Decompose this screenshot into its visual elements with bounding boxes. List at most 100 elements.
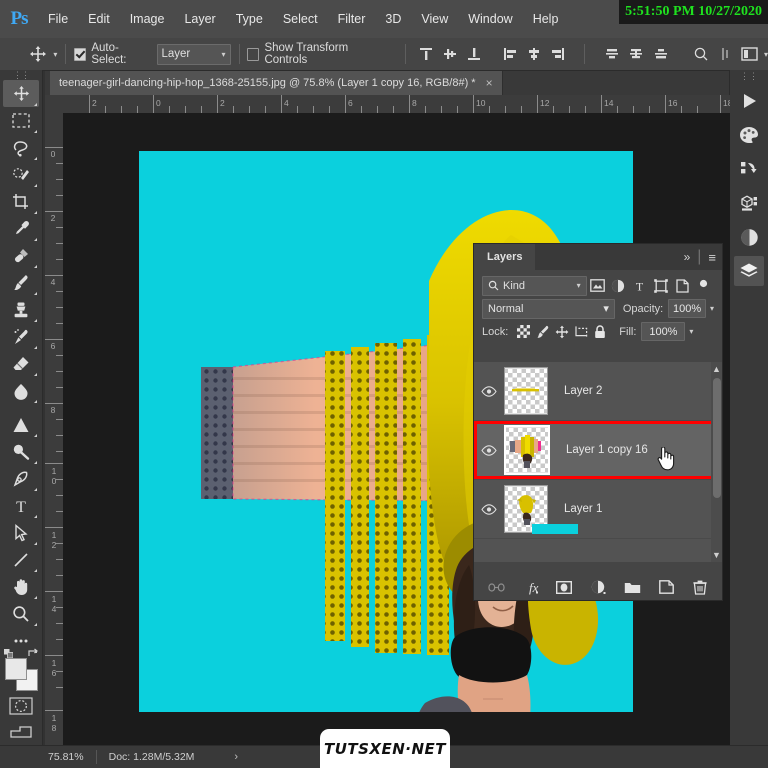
align-top-edges-icon[interactable]: [417, 43, 435, 65]
crop-tool[interactable]: [3, 188, 39, 215]
lock-image-pixels-icon[interactable]: [533, 323, 552, 341]
move-tool-icon[interactable]: [24, 39, 51, 69]
clone-stamp-tool[interactable]: [3, 296, 39, 323]
align-left-edges-icon[interactable]: [500, 43, 518, 65]
align-right-edges-icon[interactable]: [549, 43, 567, 65]
lasso-tool[interactable]: [3, 134, 39, 161]
history-brush-tool[interactable]: [3, 323, 39, 350]
opacity-chevron-icon[interactable]: ▾: [710, 304, 714, 313]
menu-select[interactable]: Select: [273, 0, 328, 38]
gradient-tool[interactable]: [3, 377, 39, 404]
spot-healing-brush-tool[interactable]: [3, 242, 39, 269]
layer-list[interactable]: Layer 2 Layer 1 copy 16 Layer 1 ▲ ▼: [474, 362, 722, 562]
status-expand-icon[interactable]: ›: [234, 751, 238, 763]
filter-smart-object-icon[interactable]: [672, 277, 693, 295]
zoom-tool[interactable]: [3, 600, 39, 627]
lock-all-icon[interactable]: [590, 323, 609, 341]
layer-list-scrollbar[interactable]: ▲ ▼: [711, 362, 722, 562]
path-selection-tool[interactable]: [3, 519, 39, 546]
layer-filter-kind-dropdown[interactable]: Kind ▾: [482, 275, 587, 296]
eyedropper-tool[interactable]: [3, 215, 39, 242]
layer-thumbnail[interactable]: [504, 367, 548, 415]
eraser-tool[interactable]: [3, 350, 39, 377]
add-layer-mask-icon[interactable]: [556, 579, 573, 596]
lock-position-icon[interactable]: [552, 323, 571, 341]
blend-mode-dropdown[interactable]: Normal ▾: [482, 298, 615, 319]
align-horizontal-centers-icon[interactable]: [525, 43, 543, 65]
panel-menu-icon[interactable]: ≡: [708, 250, 716, 265]
link-layers-icon[interactable]: [487, 579, 505, 596]
tab-layers[interactable]: Layers: [474, 244, 536, 270]
lock-transparent-pixels-icon[interactable]: [514, 323, 533, 341]
layer-visibility-toggle[interactable]: [474, 385, 504, 397]
pen-tool[interactable]: [3, 465, 39, 492]
lock-artboard-nesting-icon[interactable]: [571, 323, 590, 341]
toolbar-grip[interactable]: ⋮⋮: [0, 70, 42, 80]
layer-thumbnail[interactable]: [504, 425, 550, 475]
menu-view[interactable]: View: [411, 0, 458, 38]
new-group-icon[interactable]: [624, 579, 641, 596]
background-layer-color-swatch[interactable]: [532, 524, 578, 534]
menu-window[interactable]: Window: [458, 0, 522, 38]
distribute-vertical-centers-icon[interactable]: [627, 43, 645, 65]
menu-file[interactable]: File: [38, 0, 78, 38]
layer-name[interactable]: Layer 2: [564, 385, 602, 397]
adjustments-panel-icon[interactable]: [734, 222, 764, 252]
3d-panel-icon[interactable]: [734, 188, 764, 218]
dodge-tool[interactable]: [3, 438, 39, 465]
brush-tool[interactable]: [3, 269, 39, 296]
line-shape-tool[interactable]: [3, 546, 39, 573]
layer-list-scroll-thumb[interactable]: [713, 378, 721, 498]
fill-chevron-icon[interactable]: ▾: [689, 327, 693, 336]
menu-layer[interactable]: Layer: [174, 0, 225, 38]
align-vertical-centers-icon[interactable]: [441, 43, 459, 65]
filter-pixel-layers-icon[interactable]: [587, 277, 608, 295]
move-tool[interactable]: [3, 80, 39, 107]
search-icon[interactable]: [692, 43, 710, 65]
layer-name[interactable]: Layer 1: [564, 503, 602, 515]
workspace-chevron-icon[interactable]: ▾: [764, 50, 768, 59]
distribute-top-edges-icon[interactable]: [603, 43, 621, 65]
swatches-palette-icon[interactable]: [734, 120, 764, 150]
history-panel-icon[interactable]: [734, 154, 764, 184]
layer-row-layer-2[interactable]: Layer 2: [474, 362, 722, 421]
delete-layer-icon[interactable]: [692, 579, 709, 596]
horizontal-type-tool[interactable]: T: [3, 492, 39, 519]
layer-visibility-toggle[interactable]: [474, 503, 504, 515]
layers-panel-icon[interactable]: [734, 256, 764, 286]
filter-shape-layers-icon[interactable]: [650, 277, 671, 295]
close-icon[interactable]: ×: [486, 76, 493, 90]
distribute-bottom-edges-icon[interactable]: [652, 43, 670, 65]
object-selection-tool[interactable]: [3, 161, 39, 188]
rectangular-marquee-tool[interactable]: [3, 107, 39, 134]
menu-image[interactable]: Image: [120, 0, 175, 38]
quick-mask-icon[interactable]: [8, 696, 34, 716]
scroll-down-icon[interactable]: ▼: [712, 550, 721, 560]
auto-select-scope-dropdown[interactable]: Layer ▾: [156, 43, 231, 65]
auto-select-checkbox[interactable]: [74, 47, 87, 61]
menu-3d[interactable]: 3D: [375, 0, 411, 38]
filter-adjustment-layers-icon[interactable]: [608, 277, 629, 295]
layer-row-layer-1[interactable]: Layer 1: [474, 480, 722, 539]
menu-edit[interactable]: Edit: [78, 0, 120, 38]
filter-toggle-icon[interactable]: [693, 277, 714, 295]
menu-filter[interactable]: Filter: [328, 0, 376, 38]
document-tab[interactable]: teenager-girl-dancing-hip-hop_1368-25155…: [50, 71, 503, 95]
layer-name[interactable]: Layer 1 copy 16: [566, 444, 648, 456]
right-dock-grip[interactable]: ⋮⋮: [730, 70, 768, 82]
show-transform-controls-checkbox[interactable]: [247, 47, 260, 61]
timeline-play-panel-icon[interactable]: [734, 86, 764, 116]
scroll-up-icon[interactable]: ▲: [712, 364, 721, 374]
menu-type[interactable]: Type: [226, 0, 273, 38]
swap-colors-icon[interactable]: [28, 645, 39, 663]
move-tool-preset-caret[interactable]: ▾: [53, 50, 57, 59]
screen-mode-icon[interactable]: [8, 722, 34, 742]
layer-visibility-toggle[interactable]: [474, 444, 504, 456]
add-layer-style-icon[interactable]: fx: [522, 579, 539, 596]
default-colors-icon[interactable]: [4, 645, 14, 659]
3d-mode-icon[interactable]: [717, 43, 735, 65]
layer-row-layer-1-copy-16[interactable]: Layer 1 copy 16: [474, 421, 722, 480]
collapse-panel-icon[interactable]: »: [684, 250, 691, 264]
align-bottom-edges-icon[interactable]: [465, 43, 483, 65]
menu-help[interactable]: Help: [523, 0, 569, 38]
